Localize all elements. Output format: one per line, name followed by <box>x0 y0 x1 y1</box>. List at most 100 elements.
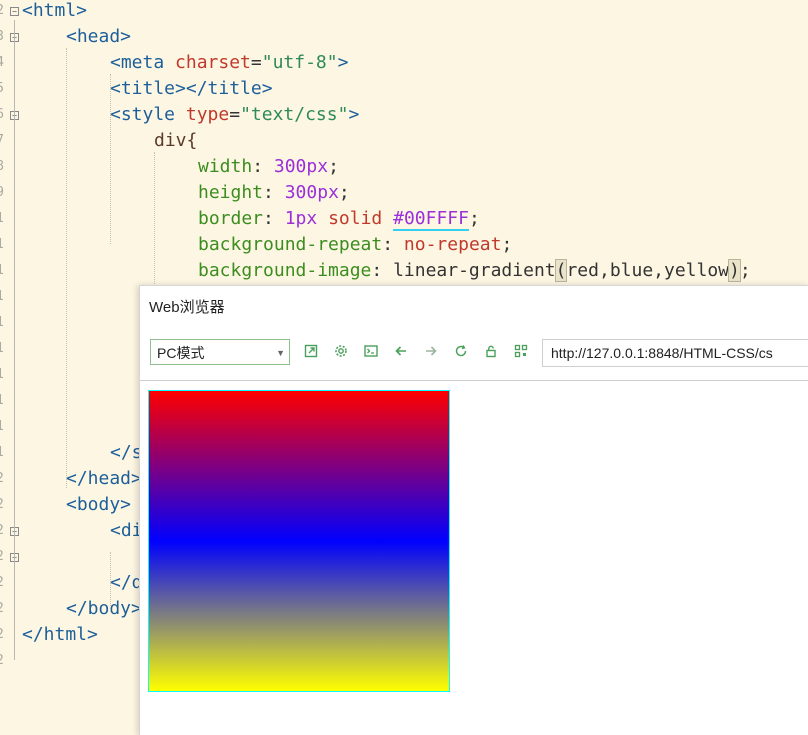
code-token: ; <box>501 234 513 255</box>
terminal-icon[interactable] <box>360 340 382 362</box>
back-arrow-icon[interactable] <box>390 340 412 362</box>
line-number: 6 <box>0 107 4 122</box>
mode-select[interactable]: PC模式 ▼ <box>150 339 290 365</box>
code-line[interactable]: </html> <box>22 622 98 648</box>
line-number: 16 <box>0 362 4 388</box>
line-number: 18 <box>0 414 4 440</box>
line-number: 21 <box>0 492 4 518</box>
line-number: 24 <box>0 570 4 596</box>
line-number: 8 <box>0 159 4 174</box>
line-number: 22 <box>0 518 4 544</box>
code-token: <meta <box>110 52 176 73</box>
line-number: 26 <box>0 622 4 648</box>
code-token: width <box>198 156 253 177</box>
code-line[interactable]: border: 1px solid #00FFFF; <box>22 206 480 232</box>
line-number: 5 <box>0 81 4 96</box>
qr-code-icon[interactable] <box>510 340 532 362</box>
code-token: = <box>250 52 262 73</box>
code-token: background-image <box>198 260 372 281</box>
line-number: 3 <box>0 29 4 44</box>
web-browser-panel: Web浏览器 PC模式 ▼ http://127.0.0.1:8848/HTML… <box>139 285 808 735</box>
code-token: solid <box>328 208 394 229</box>
browser-viewport <box>140 381 808 735</box>
code-line[interactable] <box>22 544 110 570</box>
line-number: 10 <box>0 206 4 232</box>
code-token: 1px <box>284 208 329 229</box>
line-number: 23 <box>0 544 4 570</box>
code-line[interactable]: </d <box>22 570 143 596</box>
code-token: height <box>198 182 264 203</box>
code-line[interactable]: <title></title> <box>22 76 273 102</box>
gear-icon[interactable] <box>330 340 352 362</box>
code-token: type <box>185 104 230 125</box>
code-line[interactable]: <head> <box>22 24 131 50</box>
mode-select-value: PC模式 <box>157 345 205 361</box>
code-token: "utf-8" <box>261 52 338 73</box>
code-token: <style <box>110 104 186 125</box>
indent-guide <box>110 552 111 612</box>
code-token: ; <box>338 182 350 203</box>
code-line[interactable]: </s <box>22 440 143 466</box>
line-number: 13 <box>0 284 4 310</box>
code-token: <title></title> <box>110 78 273 99</box>
code-token: "text/css" <box>240 104 349 125</box>
line-number: 9 <box>0 185 4 200</box>
url-input[interactable]: http://127.0.0.1:8848/HTML-CSS/cs <box>542 339 808 367</box>
code-line[interactable]: background-image: linear-gradient(red,bl… <box>22 258 751 284</box>
code-token: <di <box>110 520 143 541</box>
refresh-icon[interactable] <box>450 340 472 362</box>
code-token: <head> <box>66 26 132 47</box>
code-token: </html> <box>22 624 98 645</box>
code-line[interactable]: width: 300px; <box>22 154 339 180</box>
indent-guide <box>66 48 67 488</box>
code-line[interactable]: height: 300px; <box>22 180 350 206</box>
line-number: 11 <box>0 232 4 258</box>
open-external-icon[interactable] <box>300 340 322 362</box>
code-line[interactable]: </body> <box>22 596 142 622</box>
code-token: ) <box>728 259 741 282</box>
code-line[interactable]: <style type="text/css"> <box>22 102 359 128</box>
code-token: ( <box>554 259 568 282</box>
code-line[interactable]: background-repeat: no-repeat; <box>22 232 512 258</box>
code-token: </d <box>110 572 143 593</box>
code-token: </body> <box>66 598 142 619</box>
line-number: 7 <box>0 133 4 148</box>
code-token: no-repeat <box>403 234 502 255</box>
line-number: 14 <box>0 310 4 336</box>
line-number: 27 <box>0 648 4 674</box>
code-token: 300px <box>284 182 339 203</box>
code-token: </head> <box>66 468 142 489</box>
code-line[interactable]: <html> <box>22 0 87 24</box>
code-token: border <box>198 208 264 229</box>
browser-title: Web浏览器 <box>149 299 225 316</box>
code-token: #00FFFF <box>393 208 469 231</box>
indent-guide <box>110 74 111 244</box>
code-token: : <box>382 234 404 255</box>
line-number: 12 <box>0 258 4 284</box>
code-token: 300px <box>273 156 329 177</box>
code-token: : <box>263 182 285 203</box>
code-line[interactable]: </head> <box>22 466 142 492</box>
code-token: ; <box>739 260 751 281</box>
code-line[interactable]: <di <box>22 518 143 544</box>
line-gutter: 2345678910111213141516171819202122232425… <box>0 0 22 735</box>
chevron-down-icon: ▼ <box>276 348 285 358</box>
forward-arrow-icon[interactable] <box>420 340 442 362</box>
code-token: > <box>337 52 349 73</box>
fold-toggle-icon[interactable] <box>10 7 19 16</box>
code-line[interactable]: <body> <box>22 492 131 518</box>
line-number: 2 <box>0 3 4 18</box>
line-number: 17 <box>0 388 4 414</box>
fold-connector <box>14 20 15 660</box>
code-token: > <box>348 104 360 125</box>
code-token: : <box>252 156 274 177</box>
line-number: 19 <box>0 440 4 466</box>
line-number: 15 <box>0 336 4 362</box>
code-token: red,blue,yellow <box>566 260 730 281</box>
gradient-preview-box <box>148 390 450 692</box>
code-token: <html> <box>22 0 88 21</box>
lock-icon[interactable] <box>480 340 502 362</box>
code-token: <body> <box>66 494 132 515</box>
code-token: : linear-gradient <box>371 260 556 281</box>
code-line[interactable]: <meta charset="utf-8"> <box>22 50 348 76</box>
